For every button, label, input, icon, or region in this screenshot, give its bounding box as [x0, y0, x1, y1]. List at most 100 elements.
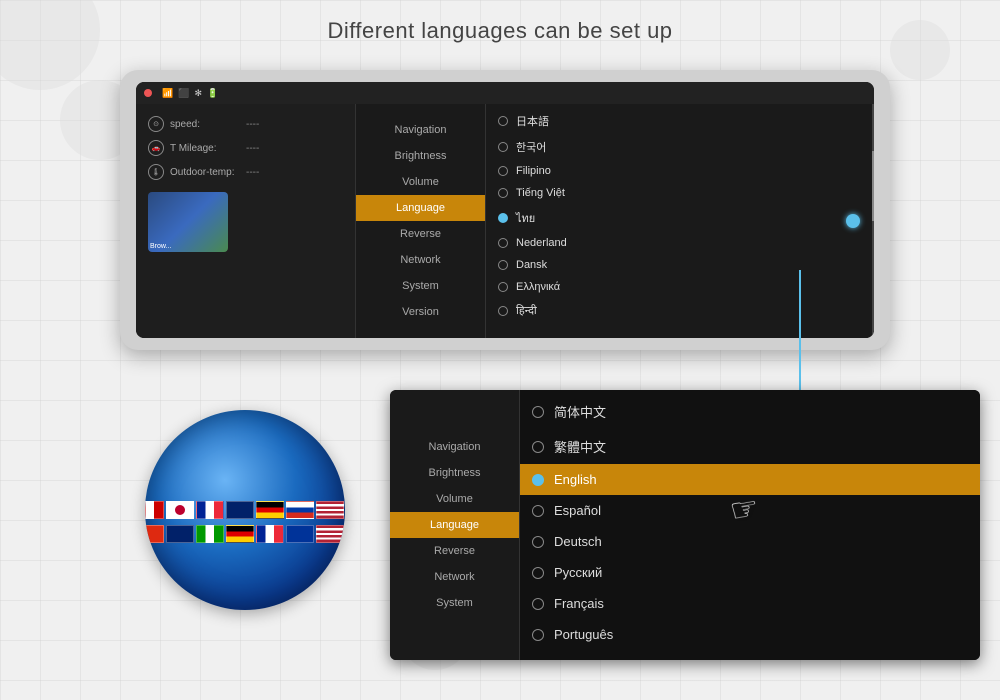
- popup-menu-reverse[interactable]: Reverse: [390, 538, 519, 564]
- car-head-unit-device: 📶 ⬛ ✻ 🔋 ⊙ speed: ---- 🚗 T Mileage: ----: [120, 70, 890, 350]
- lang-radio-dutch: [498, 238, 508, 248]
- popup-lang-label-simplified-chinese: 简体中文: [554, 402, 606, 421]
- popup-lang-french[interactable]: Français: [520, 588, 980, 619]
- lang-radio-thai: [498, 213, 508, 223]
- scrollbar-track: [872, 104, 874, 338]
- scrollbar-thumb: [872, 151, 874, 221]
- popup-menu-panel[interactable]: Navigation Brightness Volume Language Re…: [390, 390, 520, 660]
- menu-item-system[interactable]: System: [356, 273, 485, 299]
- bluetooth-icon: ✻: [194, 88, 202, 99]
- popup-lang-german[interactable]: Deutsch: [520, 526, 980, 557]
- mileage-label: T Mileage:: [170, 143, 240, 154]
- device-menu-panel[interactable]: Navigation Brightness Volume Language Re…: [356, 104, 486, 338]
- map-preview: [148, 192, 228, 252]
- lang-label-japanese: 日本語: [516, 113, 549, 129]
- dashboard-panel: ⊙ speed: ---- 🚗 T Mileage: ---- 🌡 Outdoo…: [136, 104, 356, 338]
- lang-item-korean[interactable]: 한국어: [486, 134, 874, 160]
- lang-label-vietnamese: Tiếng Việt: [516, 187, 565, 199]
- popup-radio-simplified-chinese: [532, 406, 544, 418]
- globe-container: [120, 390, 370, 630]
- popup-lang-traditional-chinese[interactable]: 繁體中文: [520, 429, 980, 464]
- lang-item-danish[interactable]: Dansk: [486, 254, 874, 276]
- lang-label-filipino: Filipino: [516, 165, 551, 177]
- close-dot: [144, 89, 152, 97]
- lang-radio-greek: [498, 282, 508, 292]
- popup-lang-portuguese[interactable]: Português: [520, 619, 980, 650]
- page-title: Different languages can be set up: [0, 18, 1000, 44]
- status-bar: 📶 ⬛ ✻ 🔋: [136, 82, 874, 104]
- lang-radio-danish: [498, 260, 508, 270]
- bottom-section: Navigation Brightness Volume Language Re…: [120, 390, 980, 660]
- lang-item-dutch[interactable]: Nederland: [486, 232, 874, 254]
- lang-item-thai[interactable]: ไทย: [486, 204, 874, 232]
- popup-menu-brightness[interactable]: Brightness: [390, 460, 519, 486]
- speed-row: ⊙ speed: ----: [148, 116, 343, 132]
- popup-lang-label-russian: Русский: [554, 565, 602, 580]
- lang-label-hindi: हिन्दी: [516, 303, 537, 318]
- signal-icon: ⬛: [178, 88, 189, 99]
- mileage-value: ----: [246, 143, 259, 154]
- popup-lang-russian[interactable]: Русский: [520, 557, 980, 588]
- speed-label: speed:: [170, 119, 240, 130]
- popup-menu-system[interactable]: System: [390, 590, 519, 616]
- menu-item-brightness[interactable]: Brightness: [356, 143, 485, 169]
- speed-icon: ⊙: [148, 116, 164, 132]
- popup-menu-volume[interactable]: Volume: [390, 486, 519, 512]
- battery-icon: 🔋: [207, 88, 218, 99]
- popup-lang-label-english: English: [554, 472, 597, 487]
- popup-menu-network[interactable]: Network: [390, 564, 519, 590]
- lang-radio-filipino: [498, 166, 508, 176]
- menu-item-network[interactable]: Network: [356, 247, 485, 273]
- lang-item-japanese[interactable]: 日本語: [486, 108, 874, 134]
- menu-item-language[interactable]: Language: [356, 195, 485, 221]
- popup-lang-simplified-chinese[interactable]: 简体中文: [520, 394, 980, 429]
- popup-radio-traditional-chinese: [532, 441, 544, 453]
- popup-lang-label-german: Deutsch: [554, 534, 602, 549]
- status-icons: 📶 ⬛ ✻ 🔋: [162, 88, 218, 99]
- temp-row: 🌡 Outdoor-temp: ----: [148, 164, 343, 180]
- popup-lang-spanish[interactable]: Español: [520, 495, 980, 526]
- popup-radio-german: [532, 536, 544, 548]
- lang-item-vietnamese[interactable]: Tiếng Việt: [486, 182, 874, 204]
- scroll-position-indicator: [846, 214, 860, 228]
- mileage-row: 🚗 T Mileage: ----: [148, 140, 343, 156]
- flag-usa2: [316, 525, 344, 543]
- wifi-icon: 📶: [162, 88, 173, 99]
- temp-label: Outdoor-temp:: [170, 167, 240, 178]
- lang-radio-vietnamese: [498, 188, 508, 198]
- popup-radio-spanish: [532, 505, 544, 517]
- menu-item-navigation[interactable]: Navigation: [356, 117, 485, 143]
- popup-radio-french: [532, 598, 544, 610]
- flag-germany2: [226, 525, 254, 543]
- lang-radio-korean: [498, 142, 508, 152]
- flag-france2: [256, 525, 284, 543]
- lang-label-danish: Dansk: [516, 259, 547, 271]
- popup-lang-label-french: Français: [554, 596, 604, 611]
- popup-radio-russian: [532, 567, 544, 579]
- device-screen: 📶 ⬛ ✻ 🔋 ⊙ speed: ---- 🚗 T Mileage: ----: [136, 82, 874, 338]
- popup-lang-label-traditional-chinese: 繁體中文: [554, 437, 606, 456]
- temp-icon: 🌡: [148, 164, 164, 180]
- lang-item-hindi[interactable]: हिन्दी: [486, 298, 874, 323]
- lang-item-filipino[interactable]: Filipino: [486, 160, 874, 182]
- flag-uk2: [166, 525, 194, 543]
- menu-item-volume[interactable]: Volume: [356, 169, 485, 195]
- popup-radio-portuguese: [532, 629, 544, 641]
- popup-menu-language[interactable]: Language: [390, 512, 519, 538]
- popup-language-list: 简体中文 繁體中文 English Español Deutsch Русски…: [520, 390, 980, 660]
- lang-item-greek[interactable]: Ελληνικά: [486, 276, 874, 298]
- flag-eu2: [286, 525, 314, 543]
- lang-radio-japanese: [498, 116, 508, 126]
- popup-lang-label-spanish: Español: [554, 503, 601, 518]
- speed-value: ----: [246, 119, 259, 130]
- menu-item-version[interactable]: Version: [356, 299, 485, 325]
- popup-lang-label-portuguese: Português: [554, 627, 613, 642]
- flag-misc: [196, 525, 224, 543]
- popup-menu-navigation[interactable]: Navigation: [390, 434, 519, 460]
- lang-radio-hindi: [498, 306, 508, 316]
- flags-strip-bottom: [145, 514, 345, 554]
- lang-label-greek: Ελληνικά: [516, 281, 560, 293]
- menu-item-reverse[interactable]: Reverse: [356, 221, 485, 247]
- temp-value: ----: [246, 167, 259, 178]
- popup-lang-english[interactable]: English: [520, 464, 980, 495]
